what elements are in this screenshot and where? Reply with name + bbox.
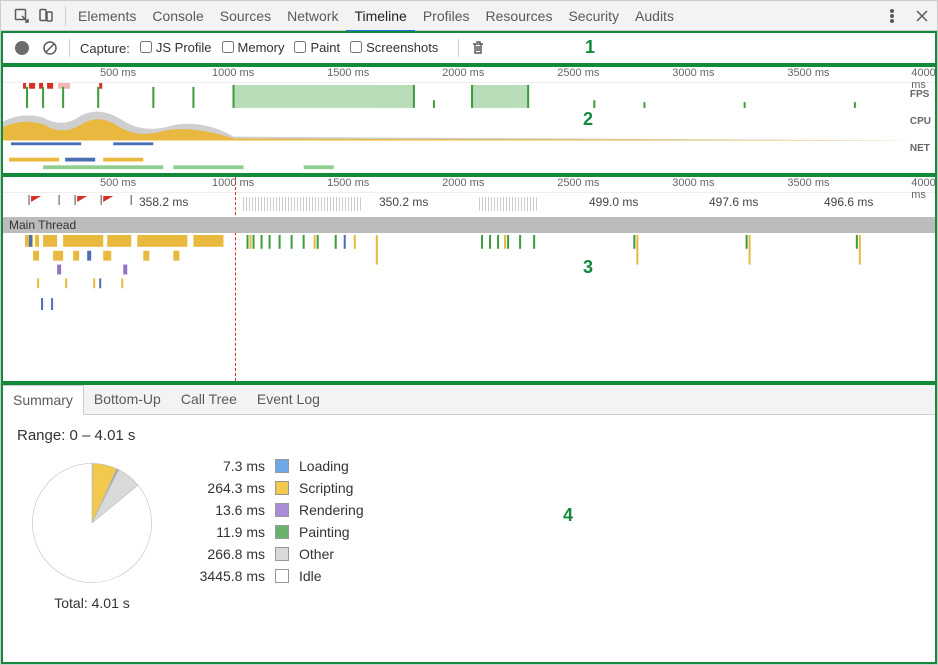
legend-name: Scripting — [299, 480, 364, 496]
inspect-icon[interactable] — [13, 7, 31, 25]
capture-ss[interactable]: Screenshots — [350, 40, 438, 55]
legend-ms: 266.8 ms — [191, 546, 265, 562]
legend-name: Idle — [299, 568, 364, 584]
ruler-tick: 3000 ms — [672, 177, 714, 189]
legend-name: Painting — [299, 524, 364, 540]
tab-audits[interactable]: Audits — [627, 2, 682, 30]
ruler-tick: 2500 ms — [557, 177, 599, 189]
capture-mem[interactable]: Memory — [222, 40, 285, 55]
legend-swatch — [275, 547, 289, 561]
legend-ms: 3445.8 ms — [191, 568, 265, 584]
overview-ruler: 500 ms 1000 ms 1500 ms 2000 ms 2500 ms 3000 m… — [3, 67, 935, 83]
ruler-tick: 500 ms — [100, 67, 136, 79]
annotation-1: 1 — [585, 37, 595, 58]
panel-tabs: ElementsConsoleSourcesNetworkTimelinePro… — [70, 8, 682, 24]
legend-name: Loading — [299, 458, 364, 474]
tab-resources[interactable]: Resources — [478, 2, 561, 30]
main-thread-header[interactable]: Main Thread — [3, 217, 935, 233]
legend-name: Rendering — [299, 502, 364, 518]
summary-pie: Total: 4.01 s — [17, 458, 167, 611]
timeline-details: SummaryBottom-UpCall TreeEvent Log 4 Ran… — [1, 383, 937, 664]
tab-sources[interactable]: Sources — [212, 2, 279, 30]
summary-range: Range: 0 – 4.01 s — [17, 427, 921, 444]
record-button[interactable] — [13, 39, 31, 57]
ruler-tick: 1500 ms — [327, 67, 369, 79]
legend-ms: 11.9 ms — [191, 524, 265, 540]
clear-icon[interactable] — [41, 39, 59, 57]
ruler-tick: 500 ms — [100, 177, 136, 189]
ruler-tick: 1000 ms — [212, 177, 254, 189]
ruler-tick: 1000 ms — [212, 67, 254, 79]
legend-ms: 13.6 ms — [191, 502, 265, 518]
ruler-tick: 3500 ms — [787, 67, 829, 79]
capture-js[interactable]: JS Profile — [140, 40, 212, 55]
tab-timeline[interactable]: Timeline — [346, 2, 414, 32]
trash-icon[interactable] — [469, 39, 487, 57]
legend-name: Other — [299, 546, 364, 562]
summary-legend: 7.3 ms Loading 264.3 ms Scripting 13.6 ms Ren… — [191, 458, 364, 584]
tab-console[interactable]: Console — [144, 2, 211, 30]
capture-paint[interactable]: Paint — [294, 40, 340, 55]
ruler-tick: 3500 ms — [787, 177, 829, 189]
details-subtabs: SummaryBottom-UpCall TreeEvent Log — [3, 385, 935, 415]
ruler-tick: 2500 ms — [557, 67, 599, 79]
tab-elements[interactable]: Elements — [70, 2, 144, 30]
overview-lane-labels: FPS CPU NET — [910, 89, 931, 154]
ruler-tick: 3000 ms — [672, 67, 714, 79]
legend-swatch — [275, 481, 289, 495]
legend-ms: 264.3 ms — [191, 480, 265, 496]
legend-swatch — [275, 569, 289, 583]
frame-duration: 499.0 ms — [589, 195, 638, 209]
divider — [65, 6, 66, 26]
flame-ruler: 500 ms 1000 ms 1500 ms 2000 ms 2500 ms 3000 m… — [3, 177, 935, 193]
legend-swatch — [275, 503, 289, 517]
frame-duration: 358.2 ms — [139, 195, 188, 209]
summary-total: Total: 4.01 s — [17, 595, 167, 611]
timeline-overview[interactable]: 2 500 ms1000 ms1500 ms2000 ms2500 ms3000… — [1, 65, 937, 175]
timeline-flamechart[interactable]: 3 500 ms1000 ms1500 ms2000 ms2500 ms3000… — [1, 175, 937, 383]
close-icon[interactable] — [913, 7, 931, 25]
frame-duration: 350.2 ms — [379, 195, 428, 209]
ruler-tick: 4000 ms — [911, 67, 935, 91]
capture-label: Capture: — [80, 41, 130, 56]
legend-ms: 7.3 ms — [191, 458, 265, 474]
frame-duration: 497.6 ms — [709, 195, 758, 209]
subtab-call-tree[interactable]: Call Tree — [171, 385, 247, 414]
subtab-bottom-up[interactable]: Bottom-Up — [84, 385, 171, 414]
kebab-menu-icon[interactable] — [883, 7, 901, 25]
ruler-tick: 2000 ms — [442, 67, 484, 79]
legend-swatch — [275, 525, 289, 539]
frame-durations: 358.2 ms 350.2 ms 499.0 ms 497.6 ms 496.6 ms — [3, 195, 935, 211]
ruler-tick: 2000 ms — [442, 177, 484, 189]
tab-security[interactable]: Security — [560, 2, 627, 30]
subtab-summary[interactable]: Summary — [3, 385, 84, 415]
subtab-event-log[interactable]: Event Log — [247, 385, 330, 414]
legend-swatch — [275, 459, 289, 473]
tab-profiles[interactable]: Profiles — [415, 2, 478, 30]
frame-duration: 496.6 ms — [824, 195, 873, 209]
devtools-tabbar: ElementsConsoleSourcesNetworkTimelinePro… — [1, 1, 937, 31]
tab-network[interactable]: Network — [279, 2, 346, 30]
device-icon[interactable] — [37, 7, 55, 25]
ruler-tick: 1500 ms — [327, 177, 369, 189]
timeline-controls: 1 Capture: JS Profile Memory Paint Screensh… — [1, 31, 937, 65]
